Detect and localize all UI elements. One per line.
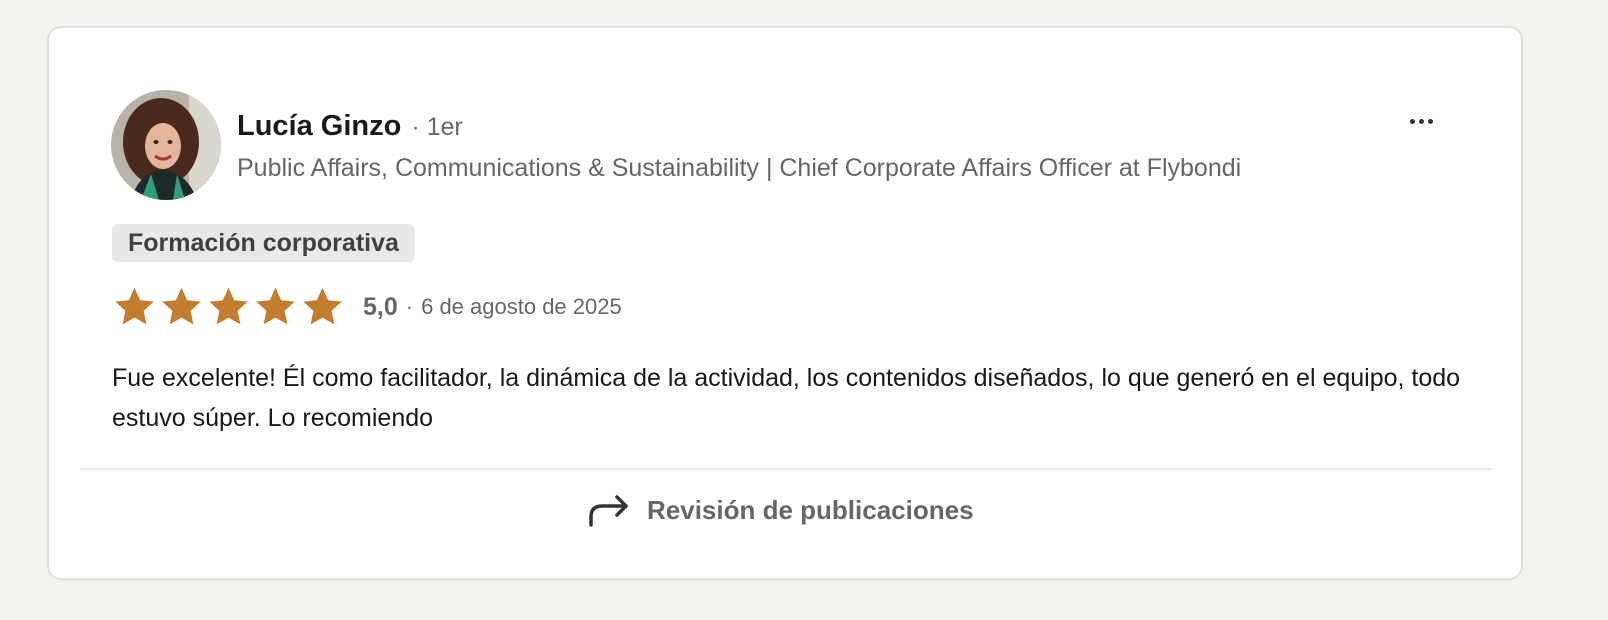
divider xyxy=(80,468,1492,470)
more-options-button[interactable] xyxy=(1401,106,1441,136)
service-tag: Formación corporativa xyxy=(112,224,415,262)
reviewer-avatar[interactable] xyxy=(111,90,221,200)
star-icon xyxy=(303,287,342,325)
avatar-image xyxy=(111,90,221,200)
view-posts-label: Revisión de publicaciones xyxy=(647,494,974,525)
more-horizontal-icon xyxy=(1409,118,1415,124)
review-date: 6 de agosto de 2025 xyxy=(421,294,622,319)
star-icon xyxy=(162,287,201,325)
reviewer-name-row: Lucía Ginzo · 1er xyxy=(237,110,463,143)
star-icon xyxy=(256,287,295,325)
star-icon xyxy=(115,287,154,325)
star-icon xyxy=(209,287,248,325)
rating-separator: · xyxy=(405,294,414,319)
star-rating xyxy=(112,285,345,329)
view-posts-link[interactable]: Revisión de publicaciones xyxy=(587,486,974,534)
share-arrow-icon xyxy=(589,495,628,527)
review-card: Lucía Ginzo · 1er Public Affairs, Commun… xyxy=(47,26,1523,580)
rating-score: 5,0 xyxy=(363,292,398,321)
connection-degree: · 1er xyxy=(411,113,463,141)
review-text: Fue excelente! Él como facilitador, la d… xyxy=(112,364,1461,432)
reviewer-headline: Public Affairs, Communications & Sustain… xyxy=(237,154,1242,182)
more-dot xyxy=(1418,118,1424,124)
more-dot xyxy=(1427,118,1433,124)
rating-row: 5,0 · 6 de agosto de 2025 xyxy=(112,284,622,330)
reviewer-name[interactable]: Lucía Ginzo xyxy=(237,110,401,143)
